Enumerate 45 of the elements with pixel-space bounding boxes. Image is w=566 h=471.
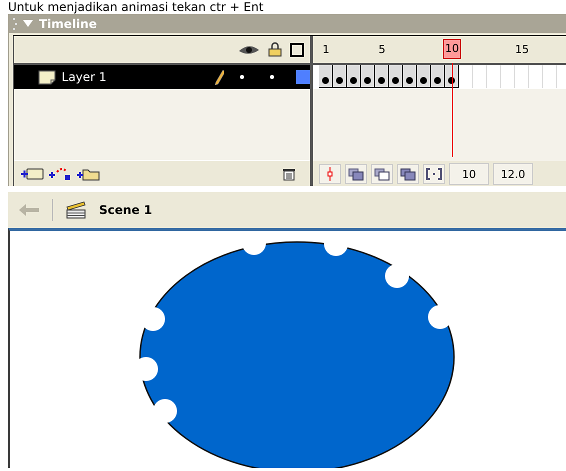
current-frame-field[interactable]: 10 bbox=[449, 163, 489, 185]
clapperboard-icon bbox=[65, 201, 87, 219]
frame-rate-field[interactable]: 12.0 bbox=[493, 163, 533, 185]
center-frame-button[interactable] bbox=[319, 164, 341, 184]
frame-number: 5 bbox=[378, 43, 386, 56]
onion-skin-button[interactable] bbox=[345, 164, 367, 184]
add-guide-layer-icon[interactable] bbox=[48, 167, 72, 181]
frame-number: 15 bbox=[515, 43, 529, 56]
keyframe-cell[interactable] bbox=[361, 65, 375, 88]
edit-multiple-frames-button[interactable] bbox=[397, 164, 419, 184]
eye-icon[interactable] bbox=[238, 44, 260, 56]
keyframe-cell[interactable] bbox=[417, 65, 431, 88]
outline-color-swatch[interactable] bbox=[296, 70, 310, 84]
keyframe-cell[interactable] bbox=[347, 65, 361, 88]
panel-title: Timeline bbox=[39, 16, 97, 30]
stacked-frames-icon bbox=[400, 168, 416, 180]
lock-icon[interactable] bbox=[268, 42, 282, 57]
keyframe-cell[interactable] bbox=[375, 65, 389, 88]
keyframe-cell[interactable] bbox=[445, 65, 459, 88]
keyframe-cell[interactable] bbox=[403, 65, 417, 88]
caption-text: Untuk menjadikan animasi tekan ctr + Ent bbox=[8, 0, 264, 14]
bracket-icon bbox=[426, 168, 442, 180]
keyframe-cell[interactable] bbox=[319, 65, 333, 88]
add-folder-icon[interactable] bbox=[76, 167, 100, 181]
layer-row[interactable]: Layer 1 bbox=[14, 65, 310, 89]
playhead-frame-number: 10 bbox=[443, 39, 461, 59]
keyframe-cell[interactable] bbox=[333, 65, 347, 88]
modify-markers-button[interactable] bbox=[423, 164, 445, 184]
onion-skin-outlines-button[interactable] bbox=[371, 164, 393, 184]
lock-dot[interactable] bbox=[270, 75, 274, 79]
visibility-dot[interactable] bbox=[240, 75, 244, 79]
keyframe-cell[interactable] bbox=[431, 65, 445, 88]
add-layer-icon[interactable] bbox=[20, 167, 44, 181]
keyframe-cell[interactable] bbox=[389, 65, 403, 88]
grip-icon[interactable] bbox=[13, 16, 17, 30]
onion-outline-icon bbox=[374, 168, 390, 180]
frame-ruler[interactable]: 1 5 10 15 bbox=[313, 36, 566, 65]
scene-name[interactable]: Scene 1 bbox=[99, 203, 152, 217]
onion-skin-icon bbox=[348, 168, 364, 180]
frame-number: 1 bbox=[322, 43, 330, 56]
center-frame-icon bbox=[326, 167, 334, 181]
layer-name[interactable]: Layer 1 bbox=[62, 70, 209, 84]
outline-square-icon[interactable] bbox=[290, 42, 304, 56]
trash-icon[interactable] bbox=[282, 167, 296, 181]
layer-page-icon bbox=[38, 69, 56, 85]
